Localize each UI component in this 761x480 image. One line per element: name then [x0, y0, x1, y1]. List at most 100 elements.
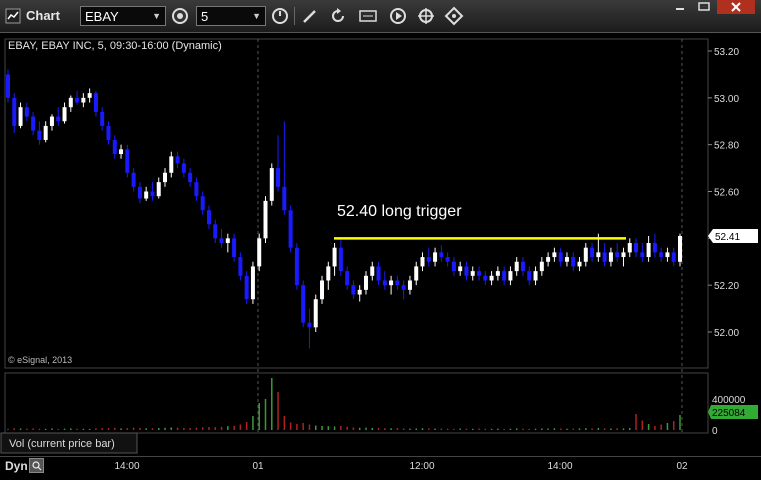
candle-body [671, 252, 676, 262]
candle-body [527, 271, 532, 281]
candle-body [156, 182, 161, 197]
maximize-button[interactable] [693, 0, 715, 14]
candle-body [213, 224, 218, 239]
candle-body [539, 261, 544, 272]
trigger-annotation: 52.40 long trigger [337, 203, 462, 220]
candle-body [6, 74, 10, 98]
chart-header: EBAY, EBAY INC, 5, 09:30-16:00 (Dynamic) [8, 40, 222, 52]
candle [269, 163, 274, 206]
candle [125, 144, 130, 178]
minimize-button[interactable] [669, 0, 691, 14]
candle-body [37, 130, 42, 140]
symbol-dropdown[interactable]: EBAY ▼ [80, 6, 166, 26]
candle-body [414, 266, 419, 281]
candle-body [125, 149, 130, 173]
candle-body [445, 257, 450, 262]
candle-body [370, 266, 375, 276]
candle-body [56, 116, 61, 122]
cursor-icon[interactable] [416, 6, 436, 26]
candle-body [477, 271, 482, 276]
price-tick-label: 53.00 [714, 94, 739, 105]
candle-body [31, 116, 36, 131]
chart-app-icon [5, 8, 21, 24]
close-icon [731, 2, 741, 12]
candle-body [163, 172, 168, 183]
candle [263, 196, 268, 244]
window-controls [669, 0, 757, 14]
candle-body [395, 280, 400, 286]
candle-body [583, 247, 588, 262]
candle-body [232, 238, 237, 258]
dynamic-mode-label: Dyn [5, 459, 28, 473]
candle-body [131, 172, 136, 187]
volume-tick-label: 0 [712, 426, 718, 437]
candle-body [382, 280, 387, 286]
candle-body [489, 275, 494, 281]
candle-body [634, 243, 639, 253]
close-button[interactable] [717, 0, 755, 14]
candle [313, 294, 318, 332]
candle-body [564, 257, 569, 262]
candle [288, 205, 293, 253]
candle [294, 243, 299, 290]
candle-body [433, 252, 438, 262]
chart-area[interactable]: EBAY, EBAY INC, 5, 09:30-16:00 (Dynamic)… [0, 33, 761, 480]
candle-body [495, 271, 500, 276]
volume-tick-label: 400000 [712, 395, 746, 406]
draw-icon[interactable] [300, 6, 320, 26]
candle-body [401, 285, 406, 290]
candle-body [577, 261, 582, 267]
candle-body [49, 116, 54, 126]
price-tick-label: 52.80 [714, 141, 739, 152]
interval-icon[interactable] [270, 6, 290, 26]
link-icon[interactable] [170, 6, 190, 26]
candle-body [345, 271, 350, 286]
candle-body [18, 107, 23, 126]
window-title: Chart [26, 8, 60, 23]
candle-body [407, 280, 412, 290]
candle-body [276, 168, 281, 187]
study-icon[interactable] [358, 6, 378, 26]
candle-body [332, 247, 337, 267]
candle [257, 233, 262, 272]
candle-body [602, 252, 607, 262]
copyright-text: © eSignal, 2013 [8, 355, 72, 365]
interval-dropdown[interactable]: 5 ▼ [196, 6, 266, 26]
price-tick-label: 52.00 [714, 328, 739, 339]
price-tick-label: 52.60 [714, 188, 739, 199]
candle-body [678, 235, 682, 262]
candle-body [640, 252, 645, 258]
refresh-icon[interactable] [328, 6, 348, 26]
candle [6, 69, 10, 103]
candle-body [520, 261, 525, 272]
candle-body [615, 252, 620, 258]
candle [678, 233, 682, 267]
last-price-label: 52.41 [715, 232, 740, 243]
candle-body [188, 172, 193, 183]
candle-body [81, 97, 86, 103]
candle-body [206, 210, 211, 225]
candle-body [652, 243, 657, 253]
candle-body [87, 93, 92, 98]
candle-body [175, 156, 180, 164]
candle-body [552, 252, 557, 258]
candle-body [219, 238, 224, 244]
toolbar-separator [294, 7, 295, 25]
candle-body [665, 252, 670, 258]
candle-body [502, 271, 507, 281]
crosshair-icon[interactable] [444, 6, 464, 26]
candle-body [451, 261, 456, 272]
price-tick-label: 53.20 [714, 47, 739, 58]
candle-body [112, 139, 117, 155]
candle-body [75, 97, 80, 103]
zoom-button[interactable] [29, 458, 44, 473]
chevron-down-icon: ▼ [152, 11, 161, 21]
candle-body [100, 111, 105, 126]
candle-body [464, 266, 469, 276]
candle-body [508, 271, 513, 281]
candle-body [571, 257, 576, 267]
candle-body [590, 247, 595, 258]
candle-body [12, 97, 17, 126]
play-icon[interactable] [388, 6, 408, 26]
candle-body [257, 238, 262, 267]
